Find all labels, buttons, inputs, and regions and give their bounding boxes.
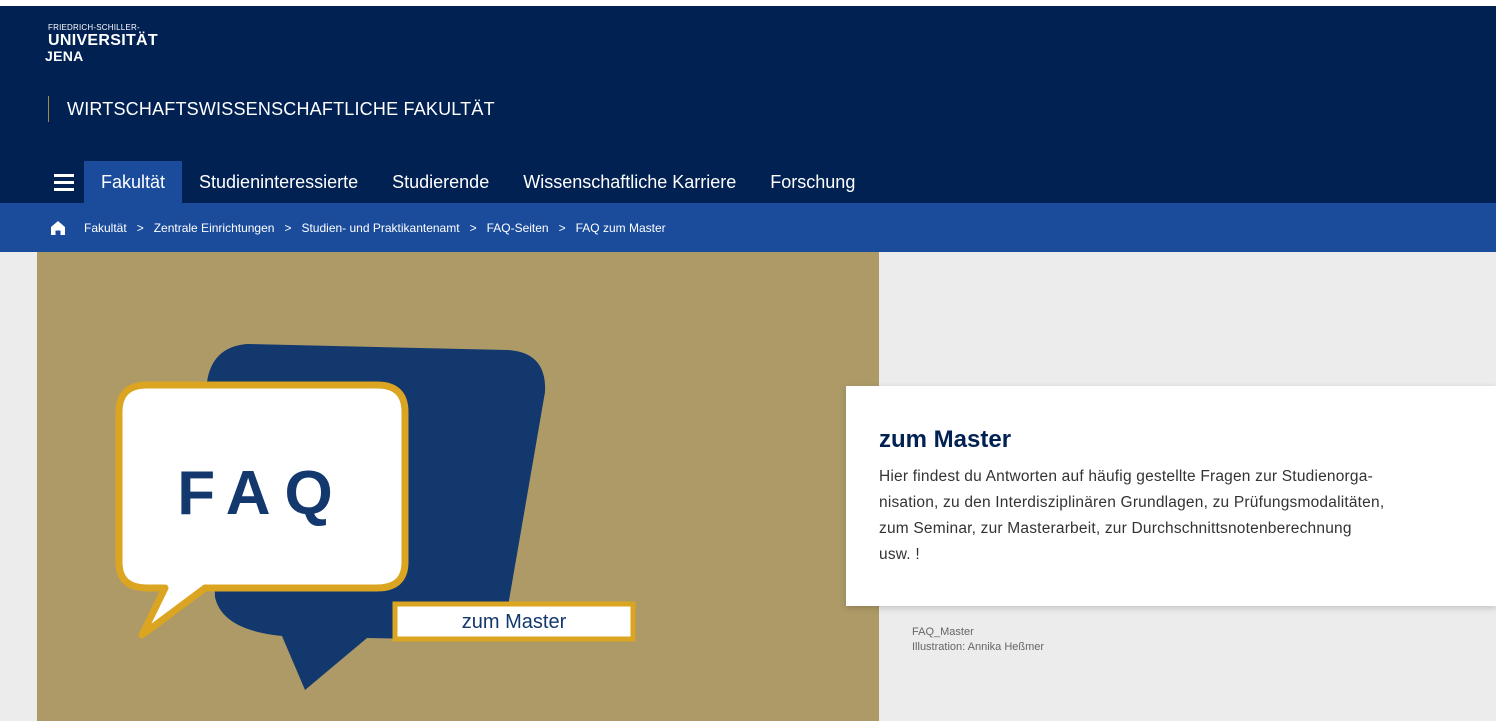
- breadcrumb-separator: >: [284, 220, 292, 235]
- home-icon[interactable]: [50, 220, 66, 236]
- nav-item-wissenschaftliche-karriere[interactable]: Wissenschaftliche Karriere: [506, 161, 753, 203]
- breadcrumb-separator: >: [558, 220, 566, 235]
- card-line: zum Seminar, zur Masterarbeit, zur Durch…: [879, 520, 1352, 537]
- card-title: zum Master: [879, 426, 1012, 453]
- faq-title-text: FAQ: [177, 459, 346, 528]
- breadcrumb-current[interactable]: FAQ zum Master: [576, 221, 666, 235]
- site-header: FRIEDRICH-SCHILLER- UNIVERSITÄT JENA WIR…: [0, 6, 1496, 203]
- breadcrumb-item[interactable]: Zentrale Einrichtungen: [154, 221, 275, 235]
- university-logo[interactable]: FRIEDRICH-SCHILLER- UNIVERSITÄT JENA: [45, 23, 158, 64]
- logo-line-2: UNIVERSITÄT: [48, 32, 158, 49]
- caption-title: FAQ_Master: [912, 626, 974, 638]
- faculty-bracket: [48, 96, 53, 122]
- main-nav: Fakultät Studieninteressierte Studierend…: [44, 161, 872, 203]
- card-description: Hier findest du Antworten auf häufig ges…: [879, 464, 1466, 568]
- nav-item-studieninteressierte[interactable]: Studieninteressierte: [182, 161, 375, 203]
- hero-illustration: FAQ zum Master: [37, 252, 879, 721]
- logo-line-3: JENA: [45, 48, 84, 64]
- nav-item-fakultaet[interactable]: Fakultät: [84, 161, 183, 203]
- faculty-name: WIRTSCHAFTSWISSENSCHAFTLICHE FAKULTÄT: [67, 98, 495, 119]
- nav-item-studierende[interactable]: Studierende: [375, 161, 506, 203]
- logo-line-1: FRIEDRICH-SCHILLER-: [48, 23, 140, 32]
- menu-icon[interactable]: [44, 161, 84, 203]
- faq-illustration: FAQ zum Master: [115, 344, 636, 690]
- caption-credit: Illustration: Annika Heßmer: [912, 641, 1045, 653]
- faculty-title[interactable]: WIRTSCHAFTSWISSENSCHAFTLICHE FAKULTÄT: [48, 96, 495, 122]
- breadcrumb-item[interactable]: FAQ-Seiten: [487, 221, 549, 235]
- card-line: usw. !: [879, 546, 920, 563]
- card-line: nisation, zu den Interdisziplinären Grun…: [879, 494, 1385, 511]
- breadcrumb-separator: >: [469, 220, 477, 235]
- breadcrumb: Fakultät > Zentrale Einrichtungen > Stud…: [0, 203, 1496, 252]
- breadcrumb-separator: >: [136, 220, 144, 235]
- breadcrumb-item[interactable]: Studien- und Praktikantenamt: [301, 221, 459, 235]
- breadcrumb-item[interactable]: Fakultät: [84, 221, 127, 235]
- nav-item-forschung[interactable]: Forschung: [753, 161, 872, 203]
- card-line: Hier findest du Antworten auf häufig ges…: [879, 468, 1373, 485]
- label-text: zum Master: [462, 611, 567, 633]
- image-caption: FAQ_Master Illustration: Annika Heßmer: [912, 625, 1044, 655]
- info-card: zum Master Hier findest du Antworten auf…: [846, 386, 1496, 606]
